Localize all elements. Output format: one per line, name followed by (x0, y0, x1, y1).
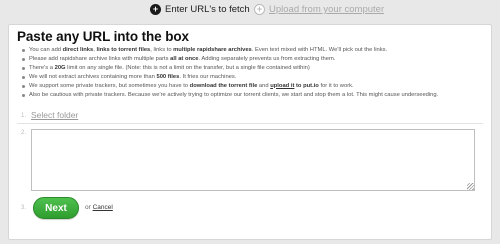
rule-text: We will not extract archives containing … (29, 73, 157, 80)
rule-text: There's a (29, 64, 55, 71)
plus-icon: + (254, 4, 265, 15)
rule-text: limit on any single file. (Note: this is… (65, 64, 310, 71)
plus-icon: + (150, 4, 161, 15)
rule-text: . It fries our machines. (179, 73, 237, 80)
rule-text: and (257, 82, 271, 89)
rule-item: Please add rapidshare archive links with… (21, 55, 487, 64)
top-navigation: + Enter URL's to fetch + Upload from you… (0, 0, 500, 22)
page-title: Paste any URL into the box (17, 29, 189, 44)
rule-text: Also be cautious with private trackers. … (29, 91, 439, 98)
rule-text: 20G (54, 64, 66, 71)
rule-text: to put.io (294, 82, 319, 89)
url-input[interactable] (31, 129, 475, 191)
rule-item: Also be cautious with private trackers. … (21, 91, 487, 100)
rule-item: We will not extract archives containing … (21, 73, 487, 82)
rule-text: . Even text mixed with HTML. We'll pick … (251, 47, 388, 53)
resize-handle[interactable] (467, 183, 474, 190)
next-button[interactable]: Next (33, 197, 79, 219)
nav-enter-urls[interactable]: + Enter URL's to fetch (150, 4, 250, 15)
or-text: or (85, 204, 91, 211)
cancel-link[interactable]: Cancel (93, 204, 113, 211)
step-number-1: 1. (21, 113, 27, 119)
rule-text: Please add rapidshare archive links with… (29, 55, 171, 62)
or-cancel: or Cancel (85, 204, 113, 211)
fetch-panel: Paste any URL into the box You can add d… (8, 24, 492, 240)
select-folder-link[interactable]: Select folder (31, 110, 78, 120)
nav-upload-label: Upload from your computer (269, 4, 385, 15)
nav-upload-from-computer[interactable]: + Upload from your computer (254, 4, 384, 15)
rule-text: multiple rapidshare archives (173, 47, 252, 53)
nav-enter-urls-label: Enter URL's to fetch (165, 4, 250, 15)
upload-it-link[interactable]: upload it (270, 83, 294, 89)
rule-text: for it to work. (318, 82, 354, 89)
rule-text: direct links (62, 47, 94, 53)
rule-text: links to torrent files (96, 47, 151, 53)
rule-item: There's a 20G limit on any single file. … (21, 64, 487, 73)
rule-text: You can add (29, 47, 63, 53)
rule-text: download the torrent file (189, 82, 258, 89)
step-number-3: 3. (21, 205, 27, 211)
rule-text: We support some private trackers, but so… (29, 82, 190, 89)
step-number-2: 2. (21, 130, 27, 136)
divider (17, 123, 483, 124)
rule-item: You can add direct links, links to torre… (21, 46, 487, 55)
rule-item: We support some private trackers, but so… (21, 82, 487, 91)
rule-text: 500 files (156, 73, 180, 80)
rule-text: all at once (170, 55, 199, 62)
rules-list: You can add direct links, links to torre… (21, 46, 487, 99)
rule-text: , links to (150, 47, 174, 53)
rule-text: . Adding separately prevents us from ext… (198, 55, 336, 62)
